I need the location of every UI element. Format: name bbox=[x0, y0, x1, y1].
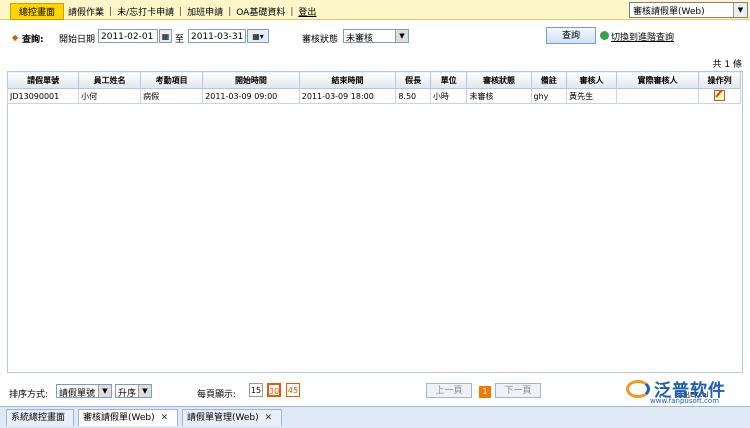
table-frame bbox=[7, 71, 743, 373]
per-page-option[interactable]: 30 bbox=[267, 383, 281, 397]
per-page-option[interactable]: 15 bbox=[249, 383, 263, 397]
menu-item-oa-basic-data[interactable]: OA基礎資料 bbox=[232, 5, 289, 18]
table-row[interactable]: JD13090001 小何 病假 2011-03-09 09:00 2011-0… bbox=[6, 88, 741, 104]
chevron-down-icon[interactable]: ▼ bbox=[395, 30, 408, 42]
advanced-search-link[interactable]: 切換到進階查詢 bbox=[611, 30, 674, 43]
edit-icon[interactable] bbox=[714, 89, 726, 101]
col-header-reviewer[interactable]: 審核人 bbox=[566, 71, 617, 89]
cell-status: 未審核 bbox=[466, 88, 532, 104]
sort-order-select[interactable]: 升序 ▼ bbox=[115, 384, 152, 399]
sort-label: 排序方式: bbox=[9, 390, 49, 400]
col-header-duration[interactable]: 假長 bbox=[395, 71, 431, 89]
cell-employee: 小何 bbox=[78, 88, 142, 104]
col-header-attendance-item[interactable]: 考勤項目 bbox=[140, 71, 204, 89]
cell-actual-reviewer bbox=[615, 88, 700, 104]
col-header-leave-no[interactable]: 請假單號 bbox=[6, 71, 80, 89]
close-icon[interactable]: ✕ bbox=[265, 413, 273, 423]
sort-field-value: 請假單號 bbox=[59, 389, 96, 399]
tab-system-dashboard[interactable]: 系統總控畫面 bbox=[6, 409, 74, 426]
leave-table: 請假單號 員工姓名 考勤項目 開始時間 結束時間 假長 單位 審核狀態 備註 審… bbox=[6, 71, 741, 104]
to-label: 至 bbox=[175, 35, 185, 45]
col-header-start-time[interactable]: 開始時間 bbox=[202, 71, 300, 89]
close-icon[interactable]: ✕ bbox=[161, 413, 169, 423]
calendar-icon[interactable]: ▦ bbox=[159, 29, 172, 43]
tab-label: 系統總控畫面 bbox=[11, 413, 66, 423]
tab-label: 請假單管理(Web) bbox=[187, 413, 259, 423]
sort-field-select[interactable]: 請假單號 ▼ bbox=[56, 384, 112, 399]
search-button[interactable]: 查詢 bbox=[546, 27, 596, 44]
cell-unit: 小時 bbox=[429, 88, 468, 104]
menu-item-dashboard[interactable]: 總控畫面 bbox=[10, 3, 65, 20]
top-menu-bar: 總控畫面 請假作業 | 未/忘打卡申請 | 加班申請 | OA基礎資料 | 登出… bbox=[0, 0, 750, 20]
col-header-remark[interactable]: 備註 bbox=[530, 71, 568, 89]
table-header-row: 請假單號 員工姓名 考勤項目 開始時間 結束時間 假長 單位 審核狀態 備註 審… bbox=[6, 71, 741, 89]
logo-url: www.fanpusoft.com bbox=[650, 397, 720, 405]
current-page[interactable]: 1 bbox=[479, 386, 491, 398]
cell-end-time: 2011-03-09 18:00 bbox=[298, 88, 397, 104]
module-select-value: 審核請假單(Web) bbox=[633, 7, 705, 17]
sort-order-value: 升序 bbox=[118, 389, 137, 399]
next-page-button[interactable]: 下一頁 bbox=[495, 383, 541, 398]
col-header-unit[interactable]: 單位 bbox=[429, 71, 468, 89]
status-select-value: 未審核 bbox=[346, 34, 374, 44]
tab-leave-management[interactable]: 請假單管理(Web) ✕ bbox=[182, 409, 282, 426]
chevron-down-icon[interactable]: ▼ bbox=[98, 385, 111, 397]
status-select[interactable]: 未審核 ▼ bbox=[343, 29, 409, 44]
per-page-option[interactable]: 45 bbox=[286, 383, 300, 397]
col-header-actions: 操作列 bbox=[698, 71, 741, 89]
cell-start-time: 2011-03-09 09:00 bbox=[202, 88, 300, 104]
window-tabs: 系統總控畫面 審核請假單(Web) ✕ 請假單管理(Web) ✕ bbox=[0, 406, 750, 428]
query-bar: ◆ 查詢: 開始日期 2011-02-01 ▦ 至 2011-03-31 ▦▾ … bbox=[12, 27, 742, 47]
menu-item-missed-punch[interactable]: 未/忘打卡申請 bbox=[113, 5, 178, 18]
col-header-employee[interactable]: 員工姓名 bbox=[78, 71, 142, 89]
col-header-actual-reviewer[interactable]: 實際審核人 bbox=[615, 71, 700, 89]
record-count: 共 1 條 bbox=[712, 60, 742, 70]
menu-item-leave[interactable]: 請假作業 bbox=[64, 5, 108, 18]
start-date-to-input[interactable]: 2011-03-31 bbox=[188, 29, 246, 43]
cell-duration: 8.50 bbox=[395, 88, 431, 104]
diamond-icon: ◆ bbox=[12, 33, 19, 42]
cell-attendance-item: 病假 bbox=[140, 88, 204, 104]
col-header-status[interactable]: 審核狀態 bbox=[466, 71, 532, 89]
col-header-end-time[interactable]: 結束時間 bbox=[298, 71, 397, 89]
cell-remark: ghy bbox=[530, 88, 568, 104]
status-label: 審核狀態 bbox=[302, 35, 339, 45]
cell-leave-no: JD13090001 bbox=[6, 88, 80, 104]
per-page-label: 每頁顯示: bbox=[197, 390, 237, 400]
query-label: 查詢: bbox=[22, 35, 44, 45]
start-date-from-input[interactable]: 2011-02-01 bbox=[98, 29, 158, 43]
chevron-down-icon[interactable]: ▼ bbox=[138, 385, 151, 397]
prev-page-button[interactable]: 上一頁 bbox=[426, 383, 472, 398]
logo-mark-icon bbox=[626, 380, 650, 398]
start-date-label: 開始日期 bbox=[59, 35, 96, 45]
cell-actions bbox=[698, 88, 741, 104]
tab-label: 審核請假單(Web) bbox=[83, 413, 155, 423]
menu-item-overtime[interactable]: 加班申請 bbox=[183, 5, 227, 18]
menu-item-logout[interactable]: 登出 bbox=[294, 5, 320, 18]
main-menu: 總控畫面 請假作業 | 未/忘打卡申請 | 加班申請 | OA基礎資料 | 登出 bbox=[10, 3, 320, 20]
calendar-icon[interactable]: ▦▾ bbox=[247, 29, 269, 43]
tab-approve-leave[interactable]: 審核請假單(Web) ✕ bbox=[78, 409, 178, 426]
logo: 泛普软件 www.fanpusoft.com bbox=[624, 376, 748, 406]
module-select[interactable]: 審核請假單(Web) ▼ bbox=[629, 2, 748, 18]
chevron-down-icon[interactable]: ▼ bbox=[733, 3, 747, 17]
advanced-search-icon bbox=[600, 31, 609, 40]
cell-reviewer: 黃先生 bbox=[566, 88, 617, 104]
